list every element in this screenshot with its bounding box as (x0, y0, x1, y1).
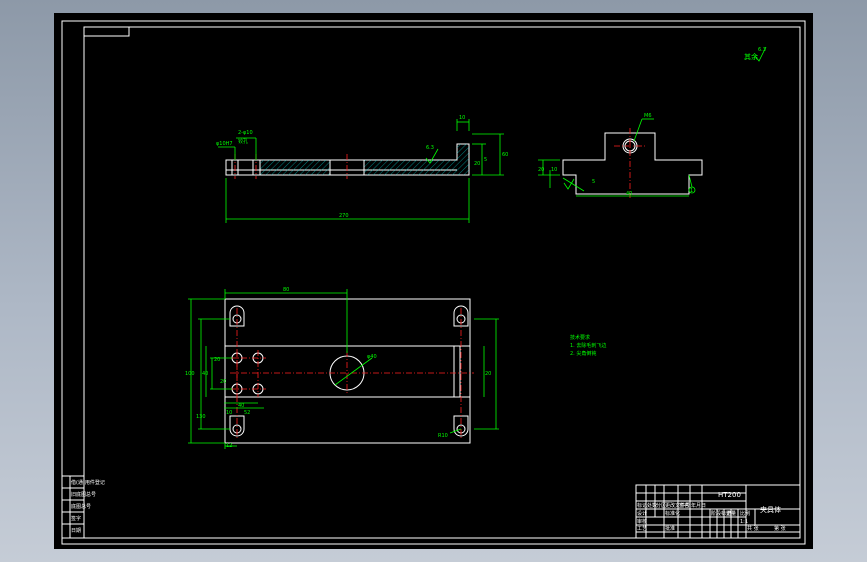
svg-text:标记: 标记 (637, 502, 647, 509)
svg-text:10: 10 (459, 115, 465, 121)
svg-text:2. 尖角倒钝: 2. 尖角倒钝 (570, 350, 596, 357)
svg-text:40: 40 (238, 403, 244, 409)
svg-text:20: 20 (220, 379, 226, 385)
svg-text:比例: 比例 (740, 510, 750, 517)
drawing-sheet: 其余 6.3 φ10H7 2-φ10 铰孔 10 5 60 20 270 6.3… (61, 20, 806, 545)
svg-text:夹具体: 夹具体 (760, 505, 781, 514)
cad-drawing-canvas[interactable]: 其余 6.3 φ10H7 2-φ10 铰孔 10 5 60 20 270 6.3… (54, 13, 813, 549)
svg-text:铰孔: 铰孔 (238, 138, 248, 145)
svg-text:2-φ10: 2-φ10 (238, 130, 253, 136)
svg-text:60: 60 (502, 152, 508, 158)
svg-text:40: 40 (202, 371, 208, 377)
svg-text:5: 5 (484, 157, 487, 163)
svg-text:6.3: 6.3 (426, 145, 434, 151)
top-view: 80 φ40 20 40 100 130 12 20 R10 20 40 52 … (185, 287, 499, 449)
svg-text:130: 130 (196, 414, 206, 420)
svg-text:40: 40 (626, 191, 632, 197)
svg-text:φ40: φ40 (367, 354, 377, 360)
svg-text:φ10H7: φ10H7 (216, 141, 233, 147)
inner-frame (83, 26, 801, 539)
svg-text:借(通)用件登记: 借(通)用件登记 (71, 479, 105, 486)
svg-text:20: 20 (485, 371, 491, 377)
outer-border (61, 20, 806, 545)
svg-text:旧底图总号: 旧底图总号 (71, 491, 96, 498)
svg-text:R10: R10 (438, 433, 448, 439)
svg-text:10: 10 (226, 410, 232, 416)
svg-text:设计: 设计 (637, 510, 647, 517)
svg-text:270: 270 (339, 213, 349, 219)
svg-text:100: 100 (185, 371, 195, 377)
svg-text:52: 52 (244, 410, 250, 416)
svg-text:签字: 签字 (71, 515, 81, 522)
svg-text:1. 去除毛刺飞边: 1. 去除毛刺飞边 (570, 342, 606, 349)
svg-text:20: 20 (538, 167, 544, 173)
svg-text:1: 1 (690, 188, 693, 194)
svg-text:M6: M6 (644, 113, 652, 119)
svg-text:80: 80 (283, 287, 289, 293)
svg-text:5: 5 (592, 179, 595, 185)
svg-text:标准化: 标准化 (665, 510, 680, 517)
svg-text:20: 20 (474, 161, 480, 167)
svg-text:12: 12 (226, 443, 232, 449)
svg-text:共 张: 共 张 (747, 525, 759, 532)
side-section-view: φ10H7 2-φ10 铰孔 10 5 60 20 270 6.3 (216, 115, 508, 223)
svg-text:HT200: HT200 (718, 491, 741, 499)
svg-text:日期: 日期 (71, 528, 81, 534)
technical-requirements: 技术要求 1. 去除毛刺飞边 2. 尖角倒钝 (570, 334, 606, 357)
svg-text:年月日: 年月日 (691, 502, 706, 509)
svg-text:批准: 批准 (665, 525, 675, 532)
left-stamp-column: 借(通)用件登记 旧底图总号 底图总号 签字 日期 (61, 475, 105, 539)
svg-text:10: 10 (551, 167, 557, 173)
svg-text:1:1: 1:1 (740, 519, 748, 525)
svg-text:底图总号: 底图总号 (71, 503, 91, 510)
svg-text:工艺: 工艺 (637, 526, 647, 532)
roughness-note: 其余 6.3 (744, 46, 767, 62)
svg-text:第 张: 第 张 (774, 525, 786, 532)
svg-text:技术要求: 技术要求 (570, 334, 590, 341)
svg-text:签名: 签名 (679, 502, 689, 509)
svg-text:审核: 审核 (637, 518, 647, 525)
title-block: HT200 夹具体 标记 处数 分区 更改文件号 签名 年月日 设计 标准化 审… (635, 484, 801, 539)
svg-text:20: 20 (214, 357, 220, 363)
top-left-code-box (83, 26, 130, 37)
svg-text:重量: 重量 (726, 510, 736, 517)
end-view: M6 20 10 5 40 1 (538, 113, 703, 198)
